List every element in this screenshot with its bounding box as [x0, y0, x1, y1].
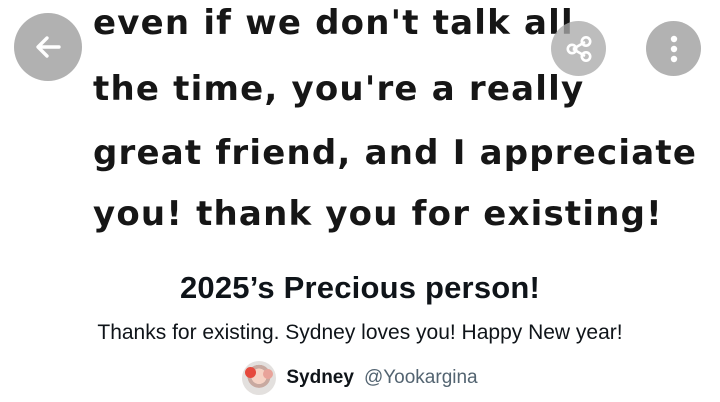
- image-text-line-4: you! thank you for existing!: [93, 194, 663, 234]
- image-text-line-2: the time, you're a really: [93, 69, 585, 109]
- author-row[interactable]: Sydney @Yookargina: [0, 361, 720, 395]
- image-text-line-1: even if we don't talk all: [93, 3, 574, 43]
- avatar[interactable]: [242, 361, 277, 395]
- share-button[interactable]: [551, 21, 606, 76]
- author-handle[interactable]: @Yookargina: [364, 367, 478, 389]
- arrow-left-icon: [36, 36, 61, 58]
- card-title: 2025’s Precious person!: [179, 270, 541, 305]
- share-icon: [566, 35, 591, 62]
- more-vertical-icon: [670, 35, 677, 62]
- author-name[interactable]: Sydney: [286, 367, 354, 389]
- more-options-button[interactable]: [646, 21, 701, 76]
- card-description: Thanks for existing. Sydney loves you! H…: [97, 321, 623, 344]
- card-image[interactable]: even if we don't talk all the time, you'…: [0, 0, 720, 242]
- back-button[interactable]: [14, 13, 82, 81]
- image-text-line-3: great friend, and I appreciate: [93, 133, 698, 173]
